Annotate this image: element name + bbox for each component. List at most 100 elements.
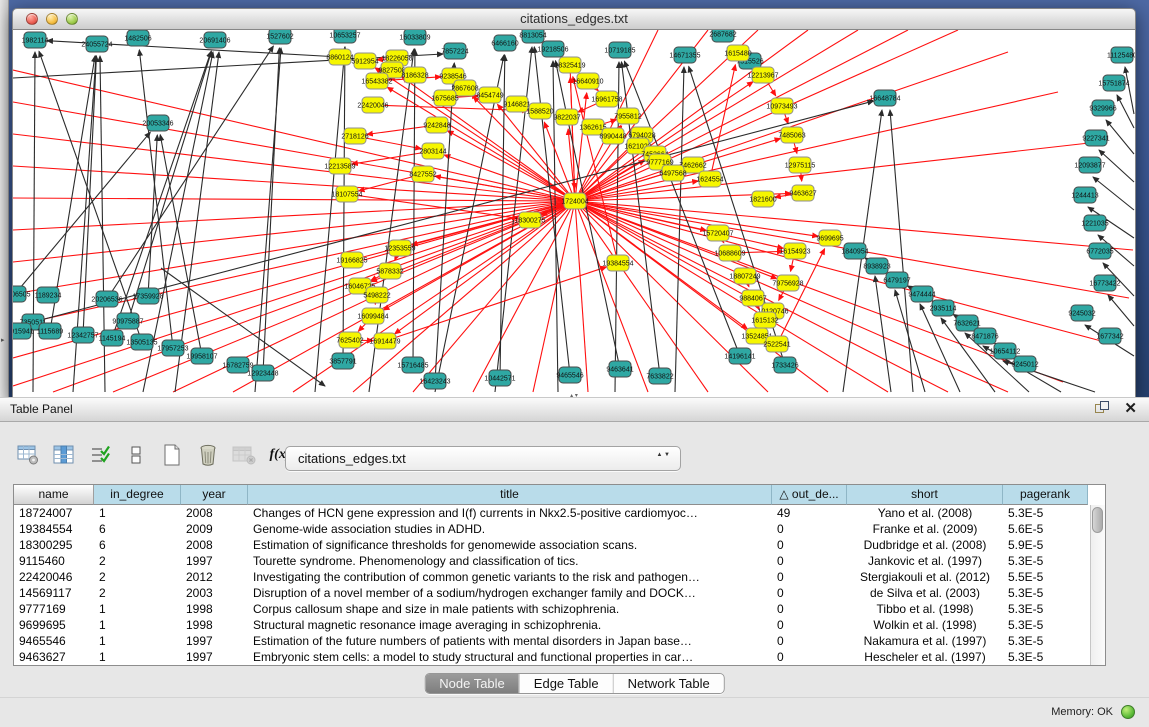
table-selector-dropdown[interactable]: citations_edges.txt ▲ ▼ [285,446,681,471]
table-cell: 0 [772,537,847,553]
graph-node-label: 6497568 [659,171,686,178]
graph-edge [148,135,157,296]
table-scrollbar[interactable] [1090,505,1105,665]
graph-node-label: 9822037 [553,115,580,122]
column-header-short[interactable]: short [847,485,1003,505]
float-panel-icon[interactable] [1095,401,1111,417]
graph-node-label: 1733426 [771,363,798,370]
graph-node-label: 9329966 [1089,106,1116,113]
table-row[interactable]: 911546021997Tourette syndrome. Phenomeno… [14,553,1105,569]
graph-node-label: 9463641 [606,367,633,374]
table-row[interactable]: 1938455462009Genome-wide association stu… [14,521,1105,537]
tab-node-table[interactable]: Node Table [425,674,519,693]
graph-node-label: 3857791 [329,359,356,366]
graph-node-label: 9227341 [1082,136,1109,143]
scrollbar-thumb[interactable] [1092,507,1103,533]
network-window-titlebar[interactable]: citations_edges.txt [12,8,1136,30]
network-window[interactable]: citations_edges.txt 17240041982114240557… [12,8,1136,397]
graph-edge [1106,120,1134,154]
table-row[interactable]: 946362711997Embryonic stem cells: a mode… [14,649,1105,665]
delete-column-icon[interactable] [196,443,220,467]
close-panel-icon[interactable]: ✕ [1124,401,1137,417]
table-cell: 5.3E-5 [1003,617,1088,633]
graph-node-label: 20691406 [199,38,230,45]
graph-node-label: 1244413 [1071,193,1098,200]
graph-node-label: 9146821 [503,102,530,109]
table-cell: Wolkin et al. (1998) [847,617,1003,633]
graph-edge [413,201,575,392]
table-row[interactable]: 1872400712008Changes of HCN gene express… [14,505,1105,521]
minimize-window-button[interactable] [46,13,58,25]
graph-node-label: 12342757 [67,333,98,340]
graph-node-label: 16033809 [399,35,430,42]
graph-node-label: 1615132 [751,318,778,325]
graph-node-label: 1527602 [266,34,293,41]
row-height-icon[interactable] [124,443,148,467]
zoom-window-button[interactable] [66,13,78,25]
show-column-icon[interactable] [52,443,76,467]
tab-network-table[interactable]: Network Table [613,674,724,693]
table-cell: 2 [94,553,181,569]
table-mode-icon[interactable] [16,443,40,467]
column-header-name[interactable]: name [14,485,94,505]
panel-collapse-arrow[interactable]: ▸ [1,336,5,344]
table-panel: ▴ ▾ Table Panel ✕ [0,397,1149,727]
table-row[interactable]: 2242004622012Investigating the contribut… [14,569,1105,585]
close-window-button[interactable] [26,13,38,25]
table-row[interactable]: 946554611997Estimation of the future num… [14,633,1105,649]
graph-node-label: 12923448 [247,371,278,378]
graph-node-label: 90975887 [112,319,143,326]
table-cell: Estimation of significance thresholds fo… [248,537,772,553]
node-table[interactable]: namein_degreeyeartitle△ out_de...shortpa… [13,484,1106,666]
statusbar-divider [0,697,1149,698]
graph-node-label: 1221035 [1081,221,1108,228]
graph-node-label: 7485063 [778,133,805,140]
table-cell: 2008 [181,537,248,553]
table-row[interactable]: 977716911998Corpus callosum shape and si… [14,601,1105,617]
left-panel-divider[interactable]: ▸ [0,0,9,397]
graph-node-label: 1675685 [431,96,458,103]
graph-node-label: 24055724 [81,42,112,49]
column-header-year[interactable]: year [181,485,248,505]
citation-network-graph[interactable]: 1724004198211424055724148250620691406152… [13,30,1135,396]
table-row[interactable]: 1830029562008Estimation of significance … [14,537,1105,553]
network-canvas[interactable]: 1724004198211424055724148250620691406152… [12,30,1136,397]
column-header-out_de[interactable]: △ out_de... [772,485,847,505]
column-header-in_degree[interactable]: in_degree [94,485,181,505]
graph-node-label: 20206536 [91,297,122,304]
graph-node-label: 17957253 [157,346,188,353]
memory-status-indicator [1121,705,1135,719]
graph-node-label: 16914479 [369,339,400,346]
graph-node-label: 20053346 [142,121,173,128]
table-body: 1872400712008Changes of HCN gene express… [14,505,1105,665]
graph-node-label: 10654112 [990,349,1021,356]
table-cell: 2012 [181,569,248,585]
dropdown-spinner-icon: ▲ ▼ [656,451,670,459]
table-row[interactable]: 969969511998Structural magnetic resonanc… [14,617,1105,633]
graph-edge [1125,67,1134,114]
panel-resize-handle[interactable]: ▴ ▾ [568,395,580,402]
graph-node-label: 22420046 [357,103,388,110]
network-window-title: citations_edges.txt [13,9,1135,29]
graph-edge [385,267,607,341]
table-cell: 0 [772,569,847,585]
graph-node-label: 6466160 [491,41,518,48]
column-header-pagerank[interactable]: pagerank [1003,485,1088,505]
graph-node-label: 2687682 [709,32,736,39]
column-header-title[interactable]: title [248,485,772,505]
select-attributes-icon[interactable] [88,443,112,467]
graph-node-label: 14671355 [669,53,700,60]
table-cell: 1 [94,601,181,617]
table-cell: 5.3E-5 [1003,553,1088,569]
table-cell: 5.5E-5 [1003,569,1088,585]
graph-node-label: 1588520 [526,109,553,116]
table-cell: 1998 [181,617,248,633]
table-panel-header[interactable]: ▴ ▾ Table Panel ✕ [0,397,1149,422]
tab-edge-table[interactable]: Edge Table [519,674,613,693]
graph-node-label: 5912954 [351,59,378,66]
graph-node-label: 14196141 [724,354,755,361]
graph-edge [575,201,1105,342]
create-column-icon[interactable] [160,443,184,467]
table-row[interactable]: 1456911722003Disruption of a novel membe… [14,585,1105,601]
graph-node-label: 9242848 [423,123,450,130]
